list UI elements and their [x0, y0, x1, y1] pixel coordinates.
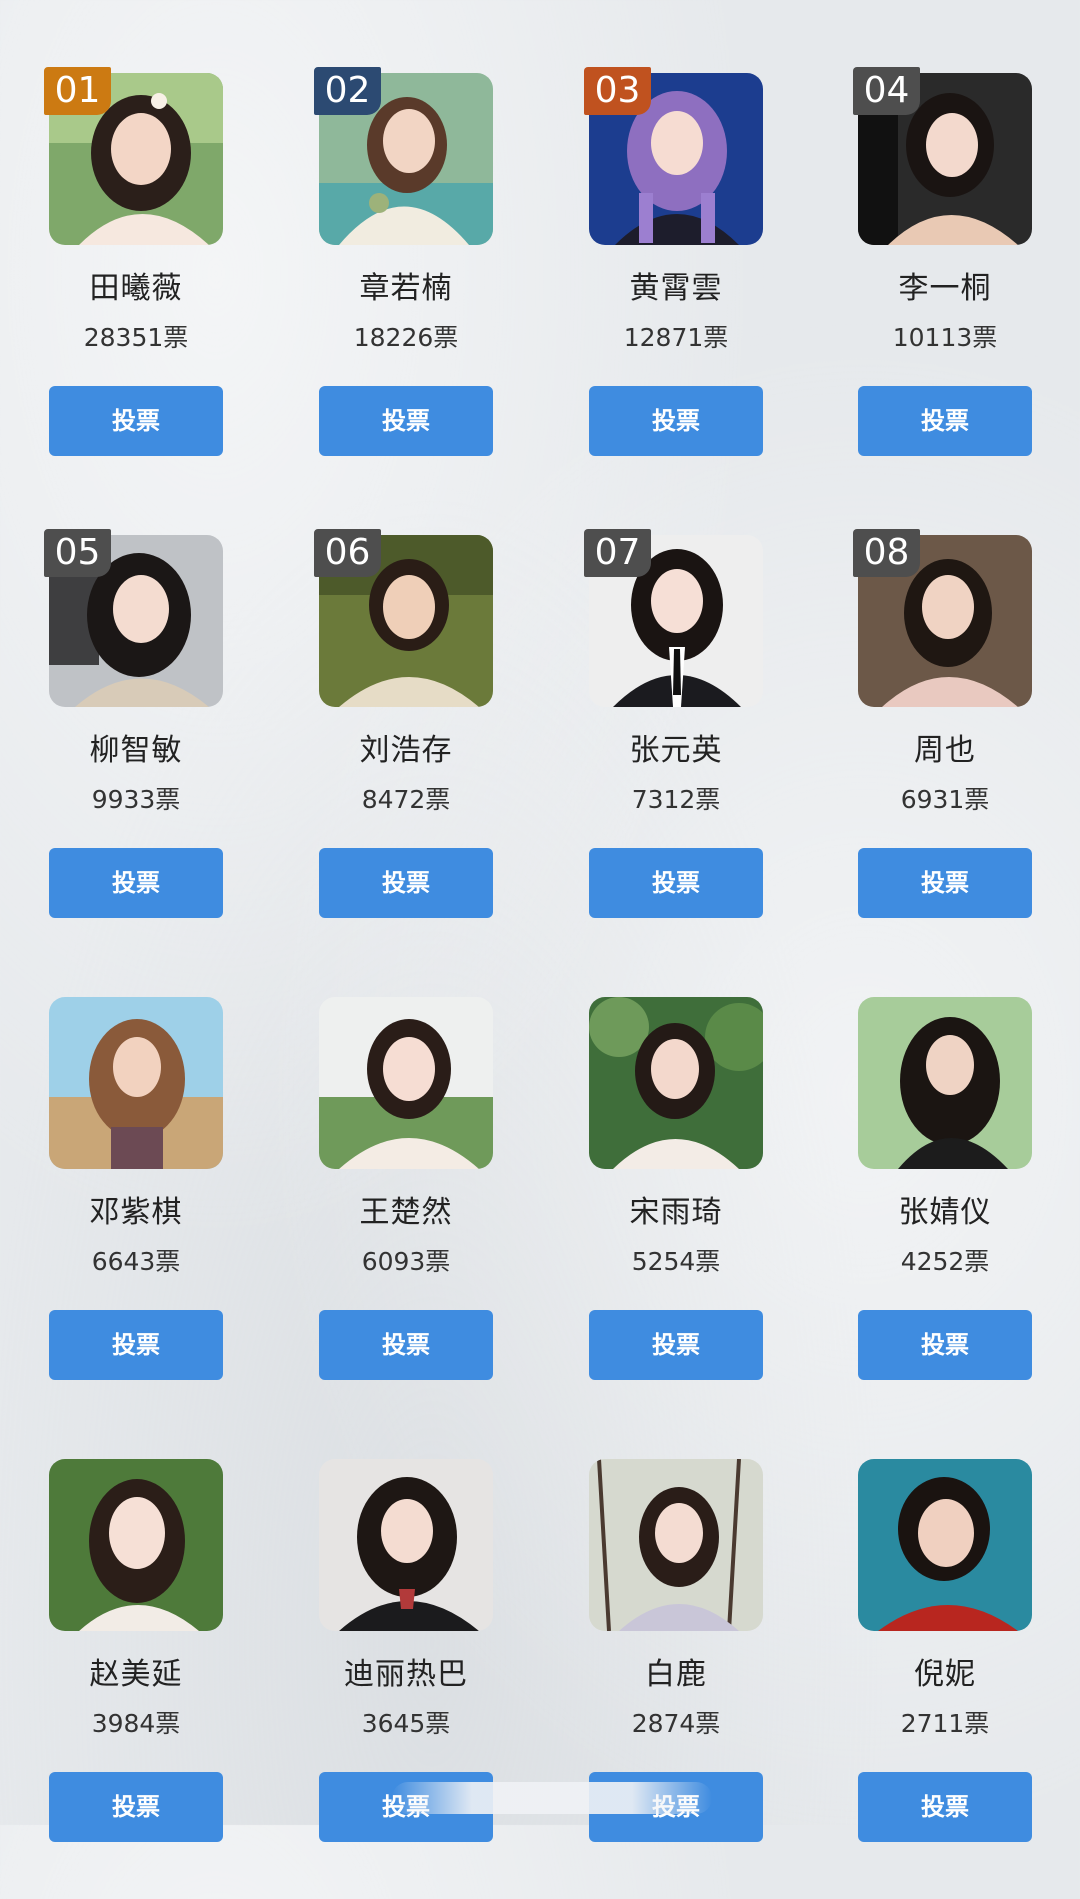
- vote-count: 12871票: [623, 323, 729, 352]
- vote-count: 5254票: [631, 1247, 721, 1276]
- vote-button[interactable]: 投票: [319, 386, 493, 456]
- vote-count: 2874票: [631, 1709, 721, 1738]
- candidate-photo[interactable]: [589, 1459, 763, 1631]
- candidate-name: 倪妮: [914, 1657, 976, 1692]
- candidate-card: 白鹿 2874票 投票: [589, 1459, 763, 1899]
- candidate-name: 黄霄雲: [629, 271, 723, 306]
- vote-count: 4252票: [900, 1247, 990, 1276]
- vote-count: 9933票: [91, 785, 181, 814]
- candidate-photo[interactable]: [858, 997, 1032, 1169]
- candidate-name: 张元英: [629, 733, 723, 768]
- vote-count: 18226票: [353, 323, 459, 352]
- vote-count: 6931票: [900, 785, 990, 814]
- candidate-name: 王楚然: [359, 1195, 453, 1230]
- vote-button[interactable]: 投票: [589, 848, 763, 918]
- candidate-card: 03 黄霄雲 12871票 投票: [584, 67, 763, 513]
- candidate-card: 倪妮 2711票 投票: [858, 1459, 1032, 1899]
- vote-count: 6093票: [361, 1247, 451, 1276]
- vote-count: 3645票: [361, 1709, 451, 1738]
- watermark-overlay: [392, 1782, 712, 1814]
- candidate-card: 05 柳智敏 9933票 投票: [44, 529, 223, 975]
- vote-button[interactable]: 投票: [319, 848, 493, 918]
- rank-badge: 08: [853, 529, 920, 577]
- candidate-card: 王楚然 6093票 投票: [319, 997, 493, 1437]
- vote-button[interactable]: 投票: [858, 386, 1032, 456]
- rank-badge: 01: [44, 67, 111, 115]
- vote-button[interactable]: 投票: [49, 386, 223, 456]
- candidate-card: 赵美延 3984票 投票: [49, 1459, 223, 1899]
- candidate-photo[interactable]: [858, 1459, 1032, 1631]
- candidate-name: 赵美延: [89, 1657, 183, 1692]
- vote-count: 8472票: [361, 785, 451, 814]
- candidate-card: 02 章若楠 18226票 投票: [314, 67, 493, 513]
- candidate-card: 01 田曦薇 28351票 投票: [44, 67, 223, 513]
- vote-count: 2711票: [900, 1709, 990, 1738]
- candidate-name: 白鹿: [645, 1657, 707, 1692]
- rank-badge: 02: [314, 67, 381, 115]
- candidate-card: 邓紫棋 6643票 投票: [49, 997, 223, 1437]
- vote-button[interactable]: 投票: [319, 1310, 493, 1380]
- candidate-name: 宋雨琦: [629, 1195, 723, 1230]
- vote-button[interactable]: 投票: [858, 1772, 1032, 1842]
- vote-count: 28351票: [83, 323, 189, 352]
- candidate-card: 08 周也 6931票 投票: [853, 529, 1032, 975]
- vote-count: 10113票: [892, 323, 998, 352]
- vote-button[interactable]: 投票: [49, 1772, 223, 1842]
- candidate-card: 07 张元英 7312票 投票: [584, 529, 763, 975]
- rank-badge: 07: [584, 529, 651, 577]
- candidate-name: 张婧仪: [898, 1195, 992, 1230]
- candidate-photo[interactable]: [319, 1459, 493, 1631]
- vote-button[interactable]: 投票: [858, 1310, 1032, 1380]
- rank-badge: 05: [44, 529, 111, 577]
- vote-button[interactable]: 投票: [49, 848, 223, 918]
- rank-badge: 03: [584, 67, 651, 115]
- candidate-card: 张婧仪 4252票 投票: [858, 997, 1032, 1437]
- candidate-photo[interactable]: [49, 997, 223, 1169]
- candidate-name: 柳智敏: [89, 733, 183, 768]
- candidate-photo[interactable]: [589, 997, 763, 1169]
- candidate-name: 章若楠: [359, 271, 453, 306]
- candidate-name: 田曦薇: [89, 271, 183, 306]
- vote-count: 3984票: [91, 1709, 181, 1738]
- vote-button[interactable]: 投票: [49, 1310, 223, 1380]
- vote-button[interactable]: 投票: [589, 1310, 763, 1380]
- rank-badge: 06: [314, 529, 381, 577]
- candidate-name: 李一桐: [898, 271, 992, 306]
- candidate-card: 宋雨琦 5254票 投票: [589, 997, 763, 1437]
- candidate-name: 邓紫棋: [89, 1195, 183, 1230]
- vote-button[interactable]: 投票: [858, 848, 1032, 918]
- rank-badge: 04: [853, 67, 920, 115]
- candidate-grid: 01 田曦薇 28351票 投票 02 章若楠 18226票 投票 03 黄霄雲…: [0, 0, 1080, 1842]
- vote-count: 6643票: [91, 1247, 181, 1276]
- candidate-photo[interactable]: [319, 997, 493, 1169]
- candidate-name: 迪丽热巴: [344, 1657, 468, 1692]
- candidate-card: 04 李一桐 10113票 投票: [853, 67, 1032, 513]
- candidate-name: 刘浩存: [359, 733, 453, 768]
- vote-button[interactable]: 投票: [589, 386, 763, 456]
- candidate-card: 迪丽热巴 3645票 投票: [319, 1459, 493, 1899]
- candidate-name: 周也: [914, 733, 976, 768]
- vote-count: 7312票: [631, 785, 721, 814]
- candidate-photo[interactable]: [49, 1459, 223, 1631]
- candidate-card: 06 刘浩存 8472票 投票: [314, 529, 493, 975]
